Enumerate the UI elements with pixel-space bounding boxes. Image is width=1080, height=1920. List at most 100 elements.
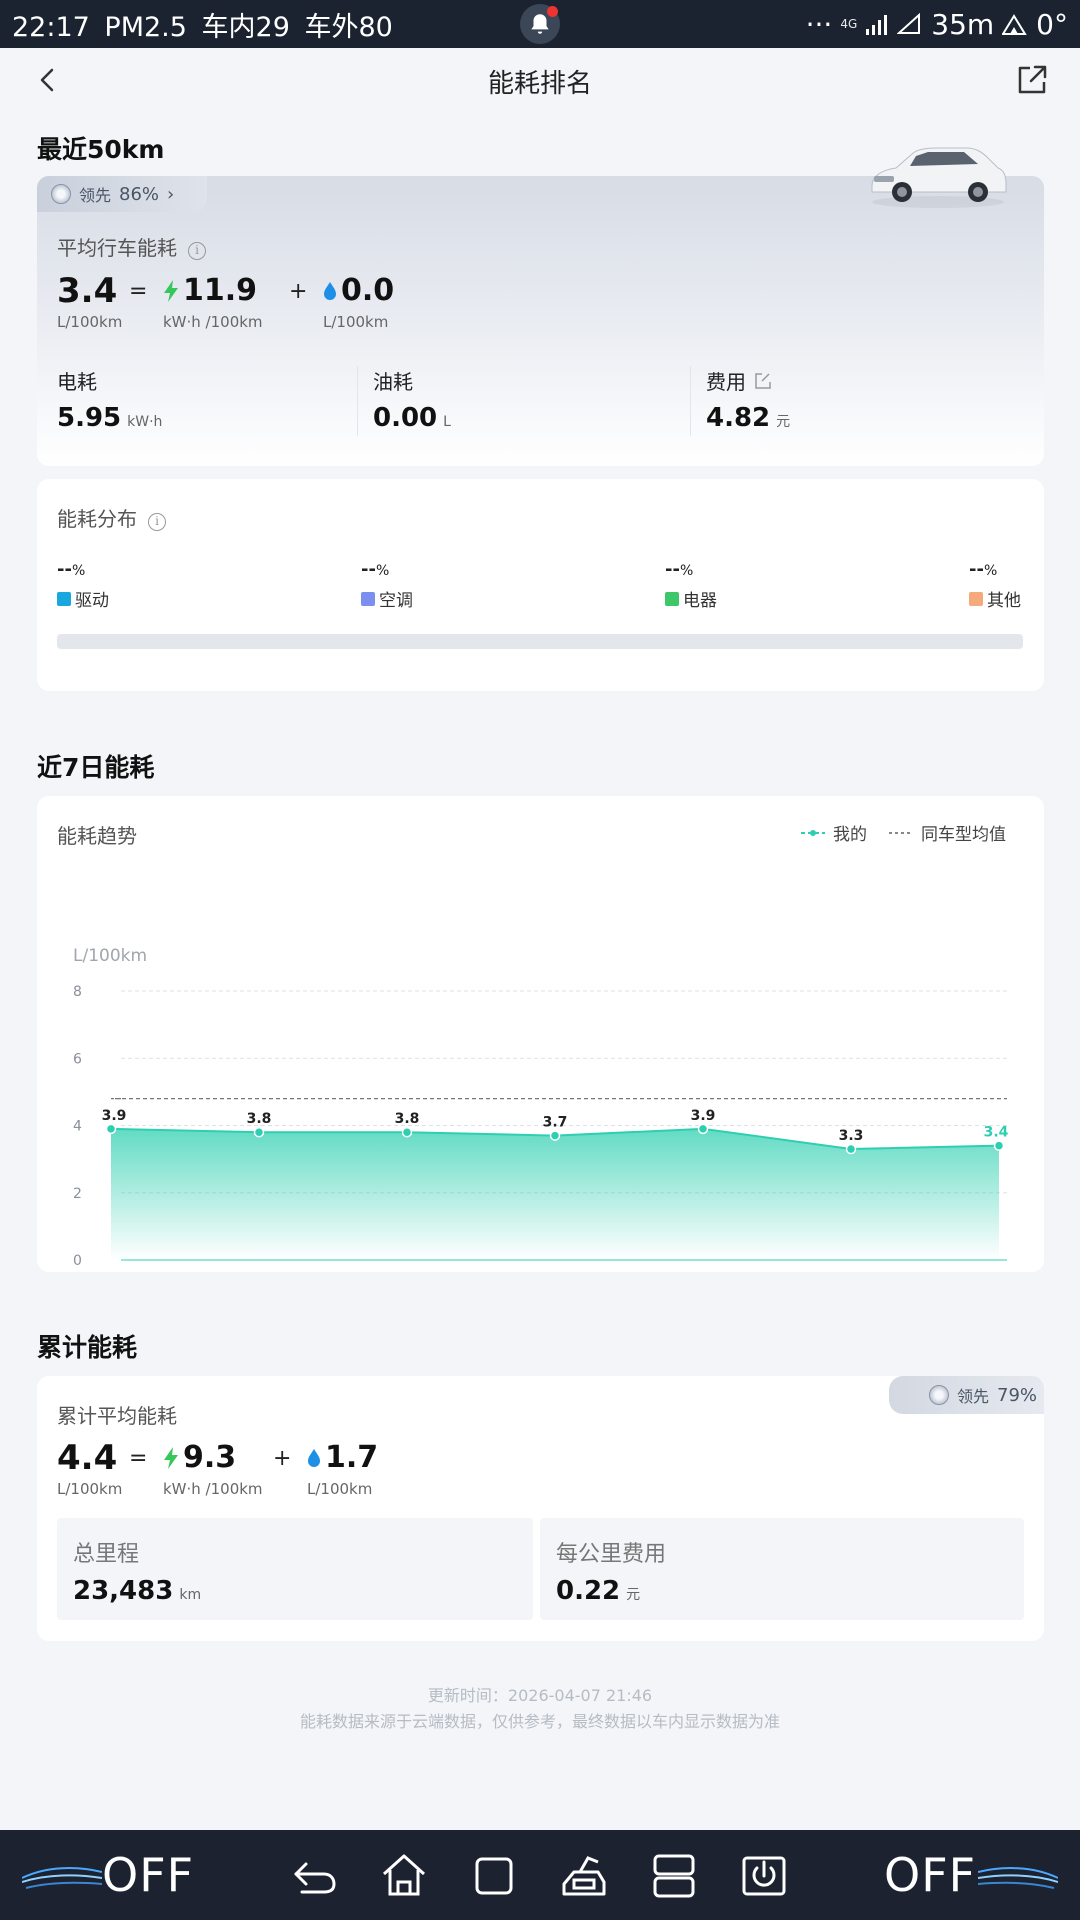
fuel-unit: L/100km <box>323 313 389 331</box>
altitude-icon <box>897 13 921 34</box>
dist-electrics-pct-unit: % <box>679 563 694 579</box>
status-outside-temp: 车外80 <box>304 11 393 43</box>
legend-item-avg: 同车型均值 <box>889 820 1006 845</box>
dist-electrics-label: 电器 <box>683 591 717 611</box>
cum-rank-label: 领先 <box>957 1387 990 1406</box>
distribution-title-row: 能耗分布 i <box>57 503 167 532</box>
notification-bell-icon[interactable] <box>520 4 560 44</box>
back-arrow-icon[interactable] <box>30 62 66 98</box>
y-tick-label: 0 <box>73 1253 82 1266</box>
stat-fuel-value: 0.00 <box>373 403 438 433</box>
legend-line-avg <box>889 831 913 834</box>
network-type: 4G <box>840 17 858 31</box>
data-point <box>105 1123 117 1135</box>
fuel-value: 0.0 <box>341 273 395 308</box>
data-label: 3.7 <box>543 1115 568 1131</box>
rank-badge-recent[interactable]: 领先 86% › <box>37 176 207 212</box>
cum-rank-percent: 79% <box>997 1384 1038 1406</box>
rank-badge-cumulative[interactable]: 领先 79% <box>889 1376 1044 1414</box>
dist-drive-label: 驱动 <box>75 591 109 611</box>
data-point <box>845 1143 857 1155</box>
dist-ac-pct-unit: % <box>375 563 390 579</box>
dist-ac-pct: -- <box>361 559 376 580</box>
recent-summary-card: 领先 86% › 平均行车能耗 i 3.4 L/100km = 11.9 kW·… <box>37 176 1044 466</box>
total-mileage-label: 总里程 <box>73 1542 140 1567</box>
trend-card: 能耗趋势 我的 同车型均值 L/100km024683.904-013.804-… <box>37 796 1044 1272</box>
fuel-drop-icon <box>324 282 336 300</box>
recent-stats-row: 电耗 5.95 kW·h 油耗 0.00 L 费用 4.82 元 <box>57 366 1027 436</box>
y-tick-label: 8 <box>73 984 82 1000</box>
cost-per-km-box: 每公里费用 0.22 元 <box>540 1518 1024 1620</box>
distribution-legend: --% 驱动 --% 空调 --% 电器 --% 其他 <box>57 559 1023 611</box>
lightning-icon <box>164 1447 178 1469</box>
stat-fuel-label: 油耗 <box>373 370 413 394</box>
cost-per-km-value: 0.22 <box>556 1576 621 1606</box>
fuel-drop-icon <box>308 1449 320 1467</box>
lightning-icon <box>164 280 178 302</box>
status-bar: 22:17 PM2.5 车内29 车外80 ··· 4G 35m 0° <box>0 0 1080 48</box>
dist-item-drive: --% 驱动 <box>57 559 109 611</box>
electric-value: 11.9 <box>183 273 258 308</box>
y-axis-unit-label: L/100km <box>73 946 147 966</box>
cum-electric-value: 9.3 <box>183 1440 237 1475</box>
back-nav-icon[interactable] <box>288 1850 340 1902</box>
split-screen-icon[interactable] <box>648 1850 700 1902</box>
notification-dot <box>547 6 558 17</box>
trend-card-title: 能耗趋势 <box>57 824 137 848</box>
section-title-7days: 近7日能耗 <box>37 753 155 782</box>
right-climate-off[interactable]: OFF <box>884 1848 976 1902</box>
data-point <box>401 1126 413 1138</box>
cost-per-km-unit: 元 <box>626 1587 641 1603</box>
dist-ac-label: 空调 <box>379 591 413 611</box>
chart-legend: 我的 同车型均值 <box>801 820 1006 845</box>
info-icon[interactable]: i <box>188 241 207 260</box>
avg-value: 3.4 <box>57 271 118 311</box>
total-mileage-value: 23,483 <box>73 1576 174 1606</box>
electric-unit: kW·h /100km <box>163 313 263 331</box>
data-label: 3.8 <box>395 1111 420 1127</box>
avg-unit: L/100km <box>57 313 123 331</box>
stat-electricity-value: 5.95 <box>57 403 122 433</box>
vehicle-control-icon[interactable] <box>558 1850 610 1902</box>
data-label: 3.9 <box>691 1108 716 1124</box>
page-title: 能耗排名 <box>487 68 592 99</box>
y-tick-label: 2 <box>73 1186 82 1202</box>
rank-percent: 86% <box>119 183 160 205</box>
stat-cost-value: 4.82 <box>706 403 771 433</box>
data-point <box>993 1140 1005 1151</box>
dist-other-pct: -- <box>969 559 984 580</box>
edit-icon[interactable] <box>754 372 772 390</box>
status-inside-temp: 车内29 <box>201 11 290 43</box>
dist-other-pct-unit: % <box>983 563 998 579</box>
cumulative-card: 领先 79% 累计平均能耗 4.4 L/100km = 9.3 kW·h /10… <box>37 1376 1044 1641</box>
signal-icon <box>866 15 888 35</box>
cum-avg-unit: L/100km <box>57 1480 123 1498</box>
system-nav-bar: OFF OFF <box>0 1830 1080 1920</box>
medal-icon <box>51 184 71 204</box>
trend-chart: L/100km024683.904-013.804-023.804-033.70… <box>73 946 1009 1266</box>
home-icon[interactable] <box>378 1850 430 1902</box>
left-fan-icon[interactable] <box>22 1860 102 1896</box>
legend-avg-label: 同车型均值 <box>921 825 1006 845</box>
data-point <box>253 1126 265 1138</box>
info-icon[interactable]: i <box>148 512 167 531</box>
left-climate-off[interactable]: OFF <box>102 1848 194 1902</box>
cum-electric-unit: kW·h /100km <box>163 1480 263 1498</box>
equals-sign: = <box>129 279 148 304</box>
data-label: 3.4 <box>984 1125 1009 1141</box>
cum-fuel-value: 1.7 <box>325 1440 379 1475</box>
rank-label: 领先 <box>79 186 112 205</box>
plus-sign: + <box>289 279 308 304</box>
legend-swatch-ac <box>361 591 375 606</box>
legend-line-mine <box>801 829 825 836</box>
power-screen-icon[interactable] <box>738 1850 790 1902</box>
right-fan-icon[interactable] <box>978 1860 1058 1896</box>
recent-apps-icon[interactable] <box>468 1850 520 1902</box>
cum-plus-sign: + <box>273 1446 292 1471</box>
share-icon[interactable] <box>1014 62 1050 98</box>
distribution-card: 能耗分布 i --% 驱动 --% 空调 --% 电器 --% 其他 <box>37 479 1044 691</box>
legend-swatch-electrics <box>665 591 679 606</box>
data-label: 3.8 <box>247 1111 272 1127</box>
cum-fuel-unit: L/100km <box>307 1480 373 1498</box>
status-pm25: PM2.5 <box>104 11 187 43</box>
